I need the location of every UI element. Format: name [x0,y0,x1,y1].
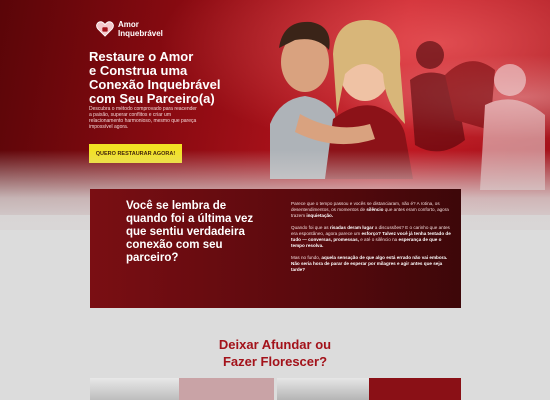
section3-title-line2: Fazer Florescer? [222,354,328,369]
hero-title-bold: Conexão Inquebrável [89,77,221,92]
logo-line1: Amor [118,20,139,29]
section3-title: Deixar Afundar ou Fazer Florescer? [0,336,550,370]
highlight: risadas deram lugar [329,225,374,230]
card-paragraph-1: Parece que o tempo passou e vocês se dis… [291,201,451,219]
logo-text: Amor Inquebrável [118,20,163,38]
comparison-image-1 [90,378,179,400]
comparison-panel-1 [179,378,274,400]
section3-title-line1: Deixar Afundar ou [218,337,332,352]
text: e até o silêncio na [358,237,399,242]
comparison-tiles [90,378,461,400]
card-question: Você se lembra de quando foi a última ve… [126,200,254,264]
hero-description: Descubra o método comprovado para reacen… [89,106,197,130]
hero-title-line2: e Construa uma [89,63,188,78]
logo[interactable]: Amor Inquebrável [96,20,163,38]
highlight: silêncio [366,207,384,212]
hero-title-line1: Restaure o Amor [89,49,194,64]
comparison-image-2 [277,378,369,400]
heart-lock-icon [96,21,114,37]
highlight: inquietação. [306,213,334,218]
hero-title: Restaure o Amor e Construa uma Conexão I… [89,50,249,106]
card-body: Parece que o tempo passou e vocês se dis… [291,201,451,279]
card-paragraph-3: Mas no fundo, aquela sensação de que alg… [291,255,451,273]
connection-question-card: Você se lembra de quando foi a última ve… [90,189,461,308]
card-paragraph-2: Quando foi que as risadas deram lugar a … [291,225,451,249]
hero-title-line4: com Seu Parceiro(a) [89,91,215,106]
logo-line2: Inquebrável [118,29,163,38]
text: Mas no fundo, [291,255,322,260]
text: Quando foi que as [291,225,330,230]
comparison-panel-2 [369,378,461,400]
